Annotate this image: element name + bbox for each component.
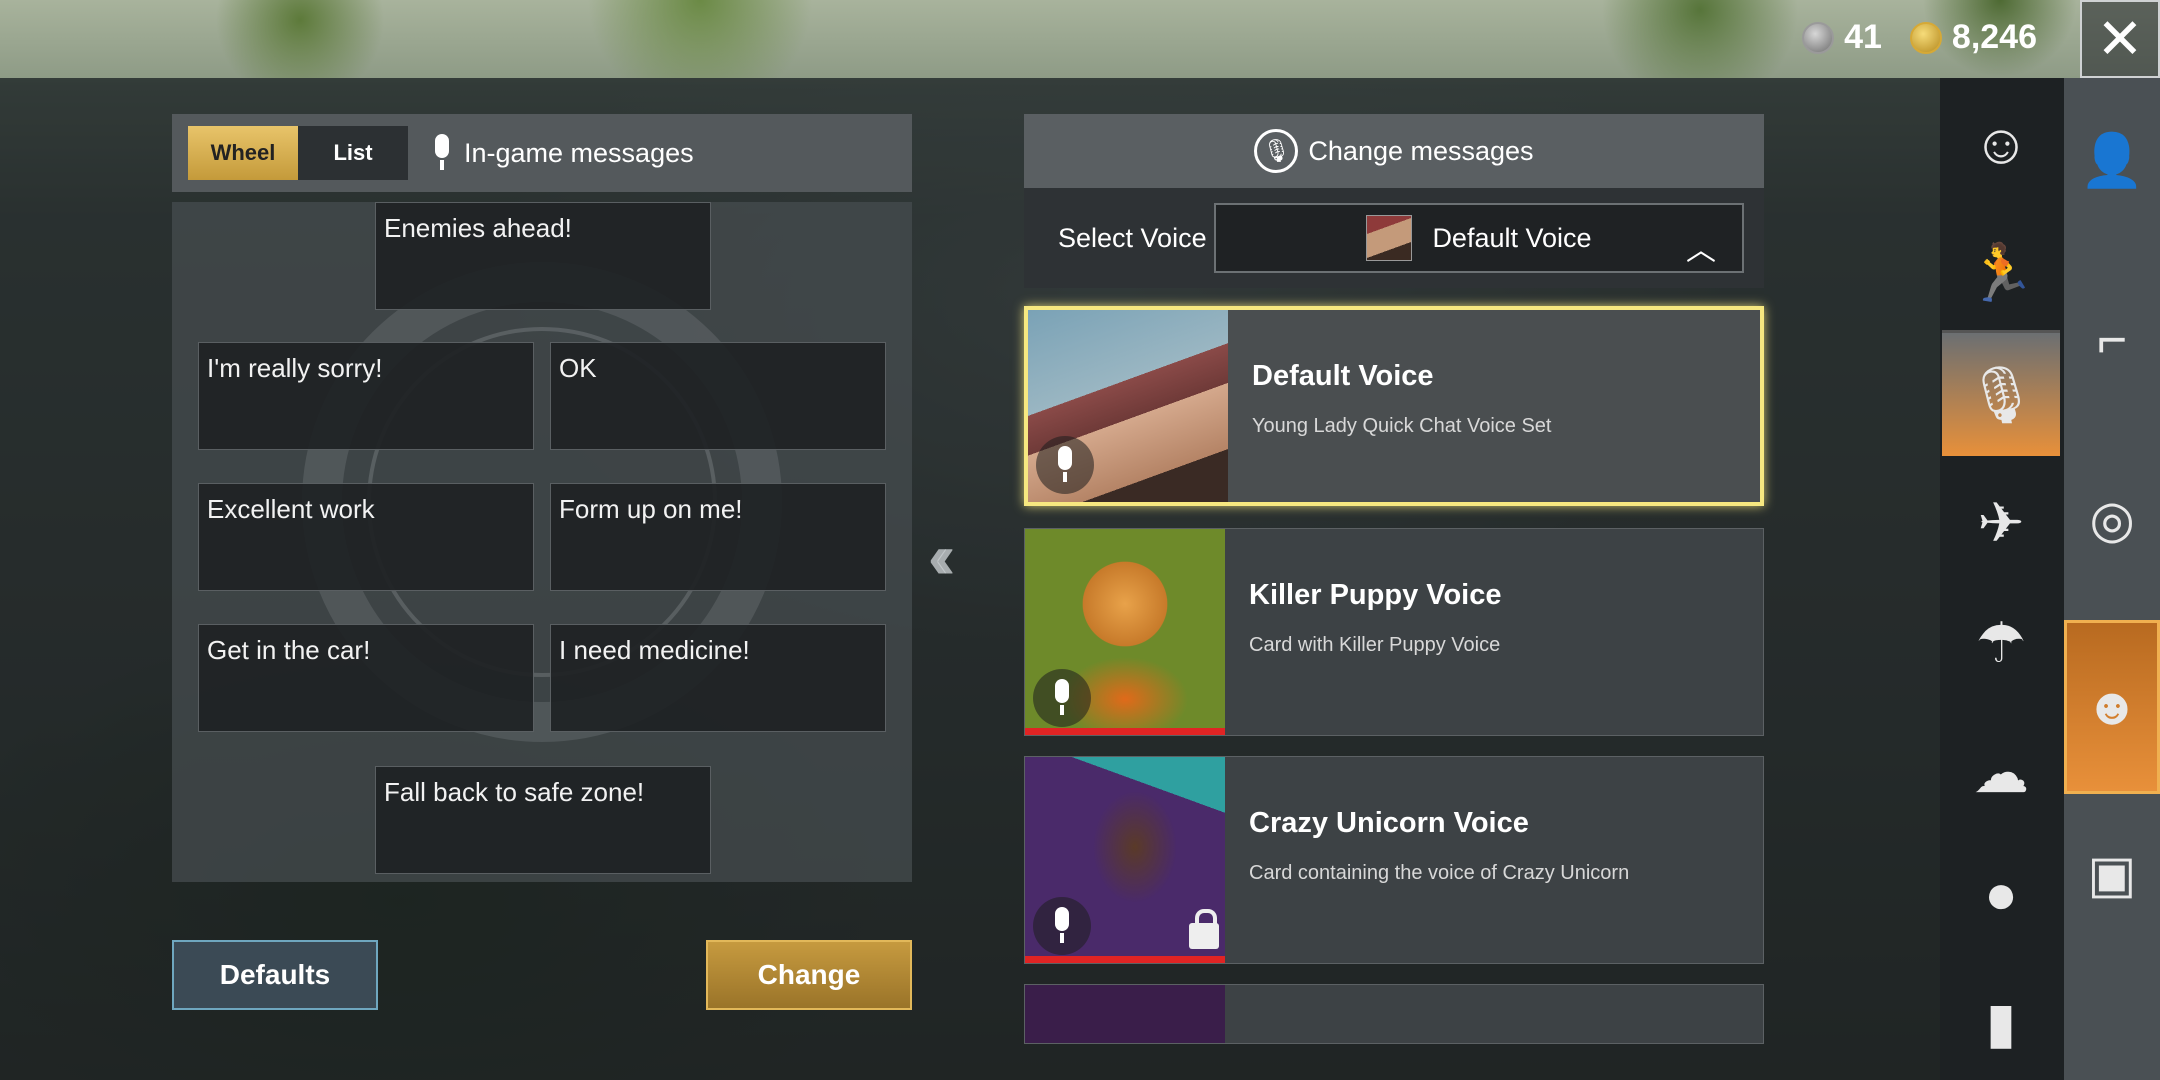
pistol-icon[interactable]: ⌐ [2064, 265, 2160, 415]
select-voice-label: Select Voice [1058, 222, 1207, 253]
in-game-messages-panel: Wheel List In-game messages Enemies ahea… [172, 114, 912, 882]
silver-coin-icon [1802, 21, 1835, 54]
change-button[interactable]: Change [706, 940, 912, 1010]
currency-bar: 41 8,246 [1802, 18, 2055, 57]
close-icon: ✕ [2096, 7, 2144, 70]
crate-icon[interactable]: ▣ [2064, 800, 2160, 950]
left-panel-header: Wheel List In-game messages [172, 114, 912, 192]
left-panel-title: In-game messages [430, 134, 694, 172]
voice-dropdown-value: Default Voice [1432, 222, 1592, 253]
message-slot-1[interactable]: Enemies ahead! [375, 202, 711, 310]
right-panel-header: 🎙 Change messages [1024, 114, 1764, 188]
tab-wheel[interactable]: Wheel [188, 126, 298, 180]
change-messages-panel: 🎙 Change messages Select Voice Default V… [1024, 114, 1764, 1044]
voice-card-desc: Card containing the voice of Crazy Unico… [1249, 862, 1630, 884]
message-slot-6[interactable]: Get in the car! [198, 624, 534, 732]
double-chevron-left-icon: ‹‹ [928, 523, 956, 592]
voice-icon[interactable]: 🎙 [1942, 330, 2060, 456]
gold-coin-value: 8,246 [1951, 18, 2037, 56]
parachute-icon[interactable]: ☂ [1942, 580, 2060, 706]
voice-card-title: Killer Puppy Voice [1249, 579, 1502, 611]
voice-card-desc: Card with Killer Puppy Voice [1249, 634, 1501, 656]
voice-card-image [1025, 757, 1225, 963]
message-slot-3[interactable]: OK [550, 342, 886, 450]
message-slot-5[interactable]: Form up on me! [550, 483, 886, 591]
mic-badge-icon [1033, 897, 1091, 955]
smoke-icon[interactable]: ☁ [1942, 710, 2060, 836]
spray-icon[interactable]: ▮ [1942, 960, 2060, 1080]
voice-card-title: Default Voice [1252, 360, 1434, 392]
voice-card-default[interactable]: Default Voice Young Lady Quick Chat Voic… [1024, 306, 1764, 506]
voice-card-partial[interactable] [1024, 984, 1764, 1044]
quick-chat-icon[interactable]: ☻ [2064, 620, 2160, 794]
mic-badge-icon [1036, 436, 1094, 494]
message-slot-7[interactable]: I need medicine! [550, 624, 886, 732]
message-slot-4[interactable]: Excellent work [198, 483, 534, 591]
mic-badge-icon [1033, 669, 1091, 727]
grenade-icon[interactable]: ● [1942, 830, 2060, 956]
voice-card-title: Crazy Unicorn Voice [1249, 807, 1529, 839]
voice-select-row: Select Voice Default Voice ︿ [1024, 188, 1764, 288]
silver-coin-value: 41 [1844, 18, 1882, 56]
view-toggle: Wheel List [188, 126, 408, 180]
voice-avatar [1366, 215, 1413, 261]
message-slot-8[interactable]: Fall back to safe zone! [375, 766, 711, 874]
status-bar [1025, 956, 1225, 963]
voice-card-image [1028, 310, 1228, 502]
voice-card-killer-puppy[interactable]: Killer Puppy Voice Card with Killer Pupp… [1024, 528, 1764, 736]
mic-icon [430, 134, 454, 172]
dance-icon[interactable]: 🏃 [1942, 210, 2060, 336]
close-button[interactable]: ✕ [2080, 0, 2160, 78]
change-voice-icon: 🎙 [1254, 129, 1299, 173]
voice-card-image [1025, 985, 1225, 1043]
chevron-up-icon: ︿ [1686, 234, 1716, 267]
message-wheel: Enemies ahead! I'm really sorry! OK Exce… [172, 202, 912, 882]
voice-dropdown[interactable]: Default Voice ︿ [1214, 203, 1744, 273]
lock-icon [1189, 909, 1219, 949]
character-icon[interactable]: 👤 [2064, 85, 2160, 235]
message-slot-2[interactable]: I'm really sorry! [198, 342, 534, 450]
voice-card-image [1025, 529, 1225, 735]
voice-card-desc: Young Lady Quick Chat Voice Set [1252, 415, 1552, 437]
right-panel-title: Change messages [1308, 135, 1534, 166]
voice-card-crazy-unicorn[interactable]: Crazy Unicorn Voice Card containing the … [1024, 756, 1764, 964]
status-bar [1025, 728, 1225, 735]
tab-list[interactable]: List [298, 126, 408, 180]
plane-icon[interactable]: ✈ [1942, 460, 2060, 586]
steering-wheel-icon[interactable]: ◎ [2064, 445, 2160, 595]
gold-coin-icon [1909, 21, 1942, 54]
defaults-button[interactable]: Defaults [172, 940, 378, 1010]
left-panel-title-text: In-game messages [464, 137, 694, 168]
emote-icon[interactable]: ☺ [1942, 80, 2060, 206]
